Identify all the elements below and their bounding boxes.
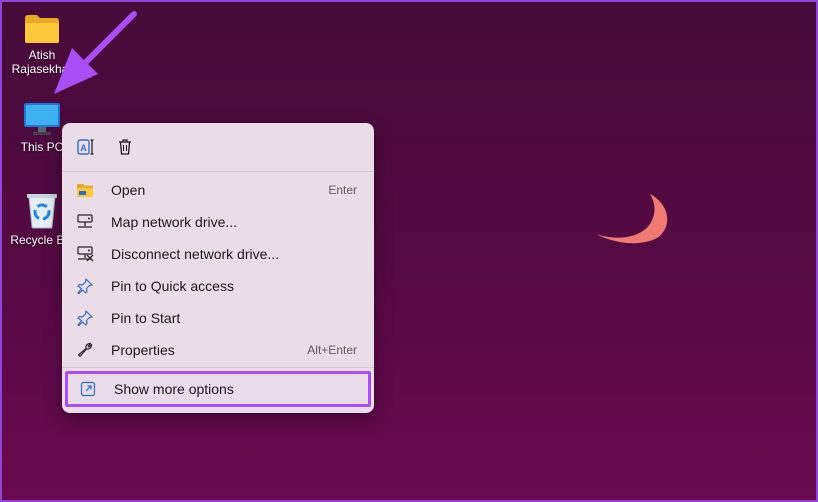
menu-item-open[interactable]: Open Enter — [67, 174, 369, 206]
network-drive-icon — [75, 212, 95, 232]
menu-item-pin-to-start[interactable]: Pin to Start — [67, 302, 369, 334]
recycle-bin-icon — [27, 194, 57, 229]
svg-text:A: A — [80, 143, 87, 153]
expand-icon — [78, 379, 98, 399]
menu-item-label: Pin to Start — [111, 310, 181, 326]
menu-item-disconnect-network-drive[interactable]: Disconnect network drive... — [67, 238, 369, 270]
rename-icon: A — [77, 139, 94, 155]
menu-divider — [62, 171, 374, 172]
menu-item-label: Map network drive... — [111, 214, 238, 230]
disconnect-drive-icon — [75, 244, 95, 264]
menu-item-map-network-drive[interactable]: Map network drive... — [67, 206, 369, 238]
annotation-arrow-icon — [54, 11, 137, 94]
menu-item-label: Pin to Quick access — [111, 278, 234, 294]
menu-divider — [62, 367, 374, 368]
menu-item-label: Properties — [111, 342, 175, 358]
menu-item-pin-to-quick-access[interactable]: Pin to Quick access — [67, 270, 369, 302]
monitor-icon — [24, 103, 60, 135]
trash-icon — [119, 139, 131, 155]
menu-item-shortcut: Enter — [328, 183, 357, 197]
menu-item-label: Show more options — [114, 381, 234, 397]
desktop: Atish Rajasekhar This PC Recycle Bin A O… — [0, 0, 818, 502]
folder-open-icon — [75, 180, 95, 200]
delete-button[interactable] — [113, 135, 137, 159]
pin-icon — [75, 276, 95, 296]
wrench-icon — [75, 340, 95, 360]
crescent-moon-icon — [596, 194, 668, 244]
menu-item-show-more-options[interactable]: Show more options — [65, 371, 371, 407]
menu-item-properties[interactable]: Properties Alt+Enter — [67, 334, 369, 366]
menu-item-label: Open — [111, 182, 146, 198]
context-menu-quick-actions: A — [62, 123, 374, 171]
context-menu: A Open Enter Map network drive... Discon… — [62, 123, 374, 413]
pin-icon — [75, 308, 95, 328]
rename-button[interactable]: A — [74, 135, 98, 159]
menu-item-label: Disconnect network drive... — [111, 246, 280, 262]
menu-item-shortcut: Alt+Enter — [307, 343, 357, 357]
